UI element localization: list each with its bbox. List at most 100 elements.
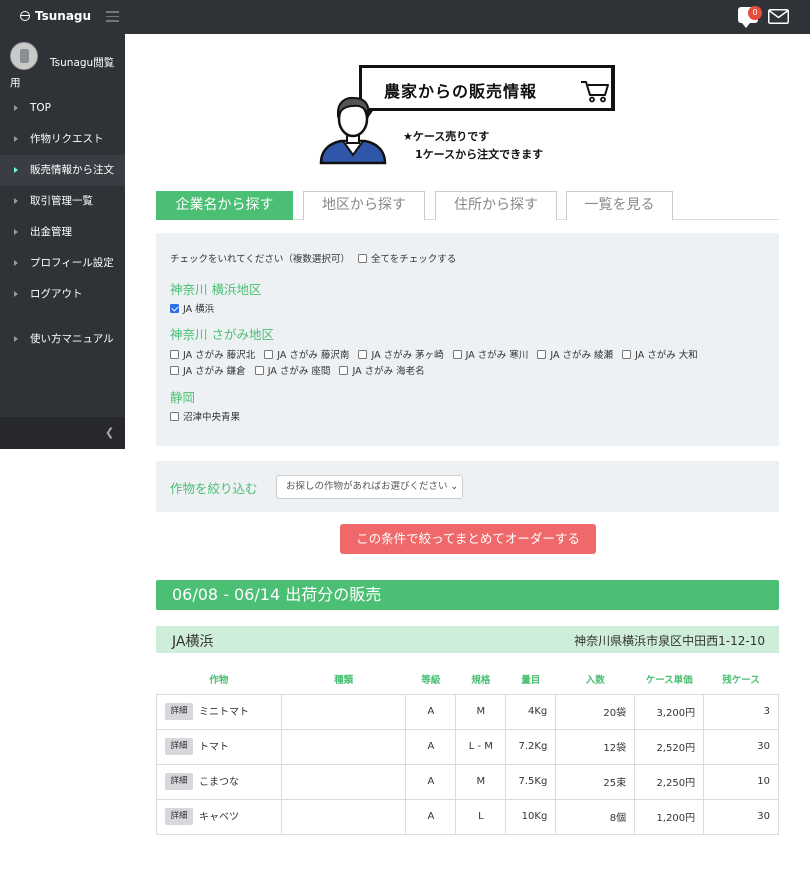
checkbox[interactable] bbox=[452, 350, 462, 359]
column-header: 種類 bbox=[334, 674, 354, 686]
sidebar-item-crop-request[interactable]: 作物リクエスト bbox=[0, 124, 125, 155]
user-profile: Tsunagu閲覧用 bbox=[10, 42, 120, 89]
count-cell: 8個 bbox=[555, 798, 636, 835]
size-cell: M bbox=[455, 763, 507, 800]
check-all[interactable]: 全てをチェックする bbox=[357, 251, 456, 265]
size-cell: L - M bbox=[455, 728, 507, 765]
speech-bubble: 農家からの販売情報 bbox=[359, 65, 615, 111]
tab-list[interactable]: 一覧を見る bbox=[566, 191, 673, 220]
option-ja-sagami-fujisawa-minami[interactable]: JA さがみ 藤沢南 bbox=[264, 347, 349, 361]
crop-cell: 詳細 こまつな bbox=[156, 763, 282, 800]
price-cell: 2,520円 bbox=[634, 728, 705, 765]
crop-filter: 作物を絞り込む お探しの作物があればお選びください ⌄ bbox=[156, 461, 779, 512]
brand-name: Tsunagu bbox=[35, 9, 92, 23]
size-cell: L bbox=[455, 798, 507, 835]
column-header: ケース単価 bbox=[645, 674, 693, 686]
option-ja-sagami-samukawa[interactable]: JA さがみ 寒川 bbox=[452, 347, 528, 361]
grade-cell: A bbox=[405, 693, 457, 730]
kind-cell bbox=[280, 798, 407, 835]
detail-button[interactable]: 詳細 bbox=[165, 703, 193, 721]
tab-address[interactable]: 住所から探す bbox=[435, 191, 557, 220]
menu-toggle-icon[interactable] bbox=[106, 11, 119, 22]
column-header: 等級 bbox=[421, 674, 441, 686]
tab-district[interactable]: 地区から探す bbox=[303, 191, 425, 220]
sidebar-item-logout[interactable]: ログアウト bbox=[0, 279, 125, 310]
sidebar-nav: TOP 作物リクエスト 販売情報から注文 取引管理一覧 出金管理 プロフィール設… bbox=[0, 93, 125, 355]
mail-icon[interactable] bbox=[768, 9, 789, 24]
crop-cell: 詳細 キャベツ bbox=[156, 798, 282, 835]
top-bar: Tsunagu 0 bbox=[0, 0, 810, 34]
option-ja-sagami-fujisawa-kita[interactable]: JA さがみ 藤沢北 bbox=[170, 347, 255, 361]
checkbox[interactable] bbox=[358, 350, 368, 359]
sidebar-item-manual[interactable]: 使い方マニュアル bbox=[0, 324, 125, 355]
select-hint: チェックをいれてください（複数選択可） 全てをチェックする bbox=[170, 251, 456, 265]
checkbox[interactable] bbox=[339, 366, 349, 375]
caret-right-icon bbox=[14, 105, 18, 111]
sidebar-item-top[interactable]: TOP bbox=[0, 93, 125, 124]
region-heading: 神奈川 横浜地区 bbox=[170, 282, 262, 297]
option-ja-sagami-ebina[interactable]: JA さがみ 海老名 bbox=[339, 363, 425, 377]
kind-cell bbox=[280, 763, 407, 800]
detail-button[interactable]: 詳細 bbox=[165, 808, 193, 826]
notification-badge: 0 bbox=[748, 6, 762, 20]
option-ja-sagami-yamato[interactable]: JA さがみ 大和 bbox=[622, 347, 698, 361]
detail-button[interactable]: 詳細 bbox=[165, 773, 193, 791]
remaining-cell: 10 bbox=[703, 763, 779, 800]
chevron-left-icon: ❮ bbox=[105, 426, 115, 439]
company-filter-panel: チェックをいれてください（複数選択可） 全てをチェックする 神奈川 横浜地区 J… bbox=[156, 233, 779, 446]
sidebar-item-profile-settings[interactable]: プロフィール設定 bbox=[0, 248, 125, 279]
caret-right-icon bbox=[14, 229, 18, 235]
checkbox[interactable] bbox=[170, 366, 179, 375]
checkbox[interactable] bbox=[537, 350, 547, 359]
bulk-order-button[interactable]: この条件で絞ってまとめてオーダーする bbox=[340, 524, 596, 554]
caret-right-icon bbox=[14, 167, 18, 173]
sidebar-item-transactions[interactable]: 取引管理一覧 bbox=[0, 186, 125, 217]
remaining-cell: 30 bbox=[703, 798, 779, 835]
checkbox[interactable] bbox=[622, 350, 632, 359]
option-ja-sagami-kamakura[interactable]: JA さがみ 鎌倉 bbox=[170, 363, 246, 377]
count-cell: 12袋 bbox=[555, 728, 636, 765]
hero-banner: 農家からの販売情報 ★ケース売りです 1ケースから注文できます bbox=[315, 63, 620, 168]
checkbox[interactable] bbox=[170, 350, 179, 359]
user-name: Tsunagu閲覧用 bbox=[10, 57, 115, 89]
option-ja-sagami-chigasaki[interactable]: JA さがみ 茅ヶ崎 bbox=[358, 347, 444, 361]
checkbox[interactable] bbox=[254, 366, 264, 375]
checkbox[interactable] bbox=[264, 350, 274, 359]
search-tabs: 企業名から探す 地区から探す 住所から探す 一覧を見る bbox=[156, 191, 779, 220]
caret-right-icon bbox=[14, 260, 18, 266]
size-cell: M bbox=[455, 693, 507, 730]
option-numazu-chuo-seika[interactable]: 沼津中央青果 bbox=[170, 409, 240, 423]
checkbox[interactable] bbox=[170, 412, 179, 421]
crop-select[interactable]: お探しの作物があればお選びください ⌄ bbox=[276, 475, 463, 499]
sidebar-item-order-from-sales[interactable]: 販売情報から注文 bbox=[0, 155, 125, 186]
grade-cell: A bbox=[405, 763, 457, 800]
column-header: 入数 bbox=[585, 674, 605, 686]
count-cell: 25束 bbox=[555, 763, 636, 800]
hero-note-case: ★ケース売りです bbox=[403, 130, 490, 143]
region-options: JA さがみ 鎌倉 JA さがみ 座間 JA さがみ 海老名 bbox=[170, 363, 431, 377]
option-ja-yokohama[interactable]: JA 横浜 bbox=[170, 301, 214, 315]
region-options: JA 横浜 bbox=[170, 301, 220, 315]
table-row: 詳細 ミニトマト A M 4Kg 20袋 3,200円 3 bbox=[156, 693, 779, 730]
person-illustration-icon bbox=[319, 96, 387, 165]
region-heading: 神奈川 さがみ地区 bbox=[170, 327, 274, 342]
hero-title: 農家からの販売情報 bbox=[384, 82, 538, 101]
option-ja-sagami-ayase[interactable]: JA さがみ 綾瀬 bbox=[537, 347, 613, 361]
sidebar-collapse-button[interactable]: ❮ bbox=[0, 417, 125, 449]
weight-cell: 10Kg bbox=[505, 798, 557, 835]
brand-logo[interactable]: Tsunagu bbox=[20, 9, 91, 23]
remaining-cell: 30 bbox=[703, 728, 779, 765]
check-all-checkbox[interactable] bbox=[357, 254, 367, 263]
grade-cell: A bbox=[405, 728, 457, 765]
checkbox[interactable] bbox=[170, 304, 179, 313]
hero-note-min-order: 1ケースから注文できます bbox=[415, 148, 544, 161]
table-row: 詳細 トマト A L - M 7.2Kg 12袋 2,520円 30 bbox=[156, 728, 779, 765]
tab-company[interactable]: 企業名から探す bbox=[156, 191, 293, 220]
weight-cell: 7.5Kg bbox=[505, 763, 557, 800]
sidebar-item-withdrawals[interactable]: 出金管理 bbox=[0, 217, 125, 248]
option-ja-sagami-zama[interactable]: JA さがみ 座間 bbox=[254, 363, 330, 377]
column-header: 規格 bbox=[471, 674, 491, 686]
detail-button[interactable]: 詳細 bbox=[165, 738, 193, 756]
weight-cell: 4Kg bbox=[505, 693, 557, 730]
column-header: 残ケース bbox=[722, 674, 760, 686]
